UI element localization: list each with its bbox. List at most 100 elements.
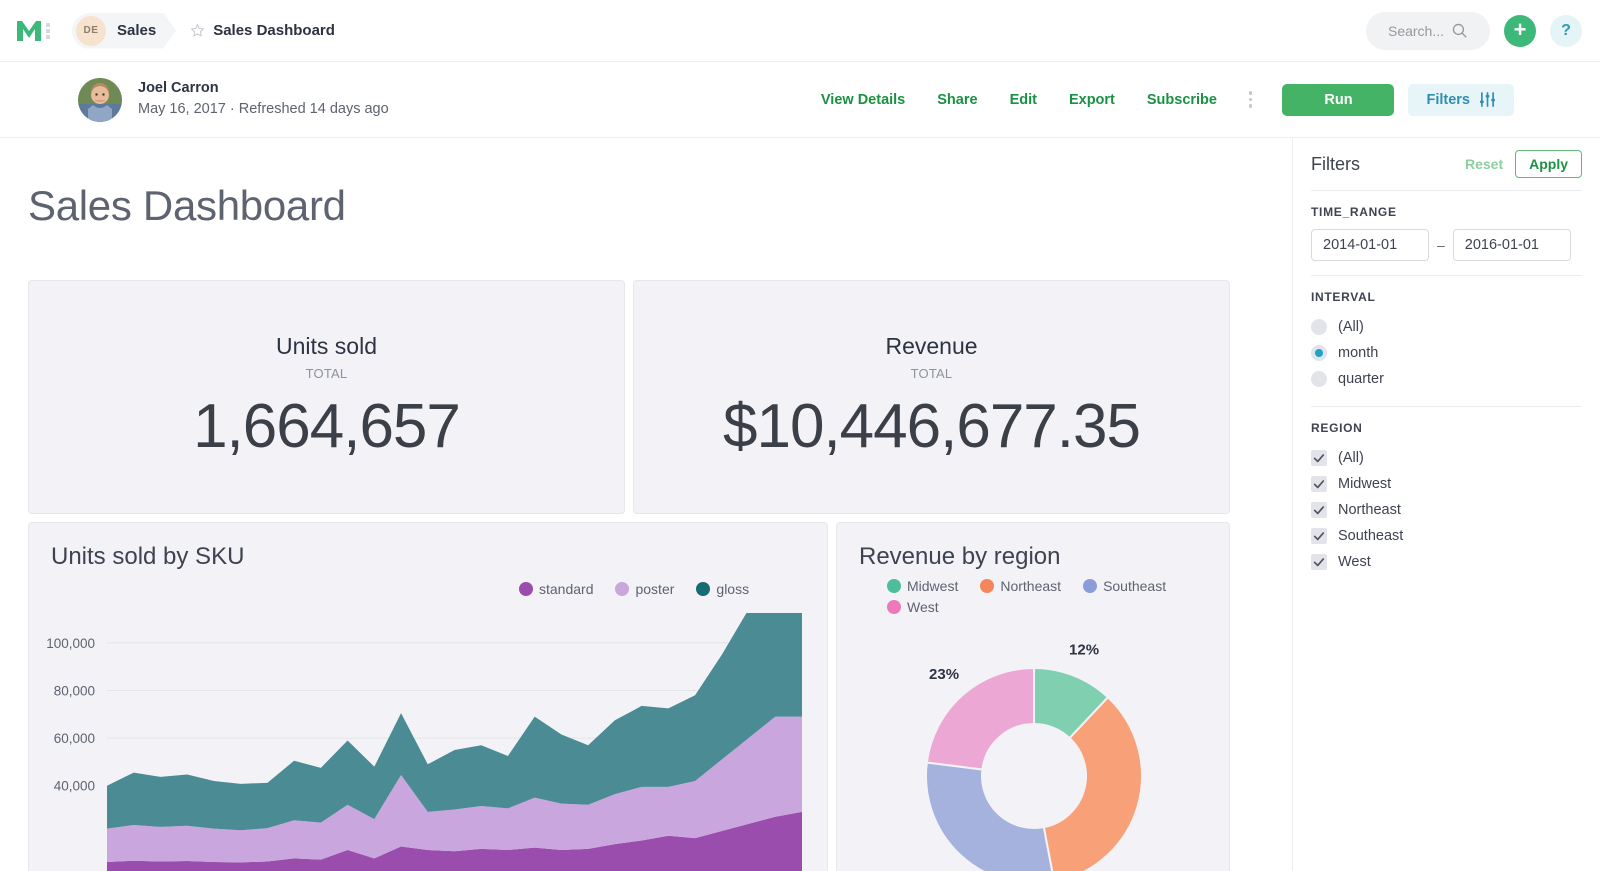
owner-meta: May 16, 2017 · Refreshed 14 days ago [138, 99, 389, 121]
time-range-end-input[interactable] [1453, 229, 1571, 261]
region-option-southeast[interactable]: Southeast [1311, 523, 1582, 549]
chart-title: Units sold by SKU [51, 543, 827, 571]
region-option-midwest[interactable]: Midwest [1311, 471, 1582, 497]
report-owner: Joel Carron May 16, 2017 · Refreshed 14 … [78, 78, 389, 122]
kpi-card-revenue: Revenue TOTAL $10,446,677.35 [633, 280, 1230, 514]
area-chart-plot: 40,000 60,000 80,000 100,000 [29, 613, 827, 871]
y-axis-tick-label: 40,000 [54, 779, 95, 794]
time-range-start-input[interactable] [1311, 229, 1429, 261]
interval-option-month[interactable]: month [1311, 340, 1582, 366]
legend-swatch-icon [980, 579, 994, 593]
radio-icon [1311, 371, 1327, 387]
filter-label-time-range: TIME_RANGE [1311, 205, 1582, 219]
view-details-link[interactable]: View Details [805, 92, 921, 108]
y-axis-tick-label: 80,000 [54, 683, 95, 698]
checkbox-checked-icon [1311, 502, 1327, 518]
radio-selected-icon [1311, 345, 1327, 361]
legend-item-southeast[interactable]: Southeast [1083, 578, 1166, 594]
workspace-avatar: DE [76, 16, 106, 46]
breadcrumb: DE Sales Sales Dashboard [72, 13, 335, 49]
legend-label: Southeast [1103, 578, 1166, 594]
filters-panel-title: Filters [1311, 154, 1360, 175]
interval-option-quarter[interactable]: quarter [1311, 366, 1582, 392]
search-input[interactable]: Search... [1366, 12, 1490, 50]
option-label: Southeast [1338, 528, 1403, 544]
sliders-icon [1479, 92, 1496, 107]
chart-card-units-sold-by-sku: Units sold by SKU standard poster gloss … [28, 522, 828, 871]
kpi-subtitle: TOTAL [634, 366, 1229, 381]
edit-link[interactable]: Edit [994, 92, 1053, 108]
legend-label: standard [539, 581, 593, 597]
legend-swatch-icon [615, 582, 629, 596]
filter-label-region: REGION [1311, 421, 1582, 435]
add-button[interactable]: + [1504, 15, 1536, 47]
kpi-subtitle: TOTAL [29, 366, 624, 381]
dashboard-canvas: Sales Dashboard Units sold TOTAL 1,664,6… [0, 138, 1292, 871]
legend-item-gloss[interactable]: gloss [696, 581, 749, 597]
kebab-menu-icon[interactable] [1233, 91, 1269, 108]
legend-item-standard[interactable]: standard [519, 581, 593, 597]
avatar [78, 78, 122, 122]
legend-label: West [907, 599, 939, 615]
chart-card-revenue-by-region: Revenue by region Midwest Northeast Sout… [836, 522, 1230, 871]
donut-slice-label: 12% [1069, 642, 1099, 659]
filter-group-region: REGION (All) Midwest Northeast Southeast [1311, 407, 1582, 589]
legend-swatch-icon [887, 600, 901, 614]
filters-toggle-button[interactable]: Filters [1408, 84, 1514, 116]
breadcrumb-workspace-chip[interactable]: DE Sales [72, 13, 176, 49]
legend-swatch-icon [887, 579, 901, 593]
report-action-bar: Joel Carron May 16, 2017 · Refreshed 14 … [0, 62, 1600, 138]
donut-slice-west[interactable] [927, 668, 1034, 769]
time-range-separator: – [1437, 237, 1445, 253]
apply-filters-button[interactable]: Apply [1515, 150, 1582, 178]
option-label: quarter [1338, 371, 1384, 387]
run-button[interactable]: Run [1282, 84, 1394, 116]
option-label: Northeast [1338, 502, 1401, 518]
interval-option-all[interactable]: (All) [1311, 314, 1582, 340]
search-placeholder: Search... [1388, 23, 1444, 39]
filter-group-interval: INTERVAL (All) month quarter [1311, 276, 1582, 406]
checkbox-checked-icon [1311, 450, 1327, 466]
radio-icon [1311, 319, 1327, 335]
filter-label-interval: INTERVAL [1311, 290, 1582, 304]
legend-label: Midwest [907, 578, 958, 594]
search-icon [1451, 22, 1468, 39]
share-link[interactable]: Share [921, 92, 993, 108]
logo-dots-icon [46, 23, 50, 39]
export-link[interactable]: Export [1053, 92, 1131, 108]
option-label: month [1338, 345, 1378, 361]
donut-slice-label: 23% [929, 666, 959, 683]
checkbox-checked-icon [1311, 476, 1327, 492]
legend-item-northeast[interactable]: Northeast [980, 578, 1061, 594]
checkbox-checked-icon [1311, 528, 1327, 544]
owner-name: Joel Carron [138, 78, 389, 99]
y-axis-tick-label: 60,000 [54, 731, 95, 746]
star-icon[interactable] [190, 23, 205, 38]
legend-label: Northeast [1000, 578, 1061, 594]
mode-logo-icon [16, 20, 42, 42]
y-axis-tick-label: 100,000 [46, 636, 95, 651]
kpi-title: Units sold [29, 333, 624, 360]
region-option-all[interactable]: (All) [1311, 445, 1582, 471]
checkbox-checked-icon [1311, 554, 1327, 570]
help-button[interactable]: ? [1550, 15, 1582, 47]
legend-item-west[interactable]: West [887, 599, 939, 615]
option-label: West [1338, 554, 1371, 570]
legend-swatch-icon [1083, 579, 1097, 593]
option-label: (All) [1338, 319, 1364, 335]
chart-title: Revenue by region [859, 543, 1229, 571]
breadcrumb-report-title[interactable]: Sales Dashboard [213, 22, 335, 39]
region-option-northeast[interactable]: Northeast [1311, 497, 1582, 523]
chart-legend: standard poster gloss [519, 581, 749, 597]
filters-panel-header: Filters Reset Apply [1311, 138, 1582, 190]
app-logo[interactable] [16, 20, 50, 42]
legend-item-midwest[interactable]: Midwest [887, 578, 958, 594]
kpi-value: 1,664,657 [29, 391, 624, 462]
legend-label: gloss [716, 581, 749, 597]
reset-filters-button[interactable]: Reset [1465, 156, 1503, 172]
region-option-west[interactable]: West [1311, 549, 1582, 575]
subscribe-link[interactable]: Subscribe [1131, 92, 1233, 108]
filters-toggle-label: Filters [1426, 92, 1470, 108]
donut-slice-southeast[interactable] [926, 762, 1054, 871]
legend-item-poster[interactable]: poster [615, 581, 674, 597]
